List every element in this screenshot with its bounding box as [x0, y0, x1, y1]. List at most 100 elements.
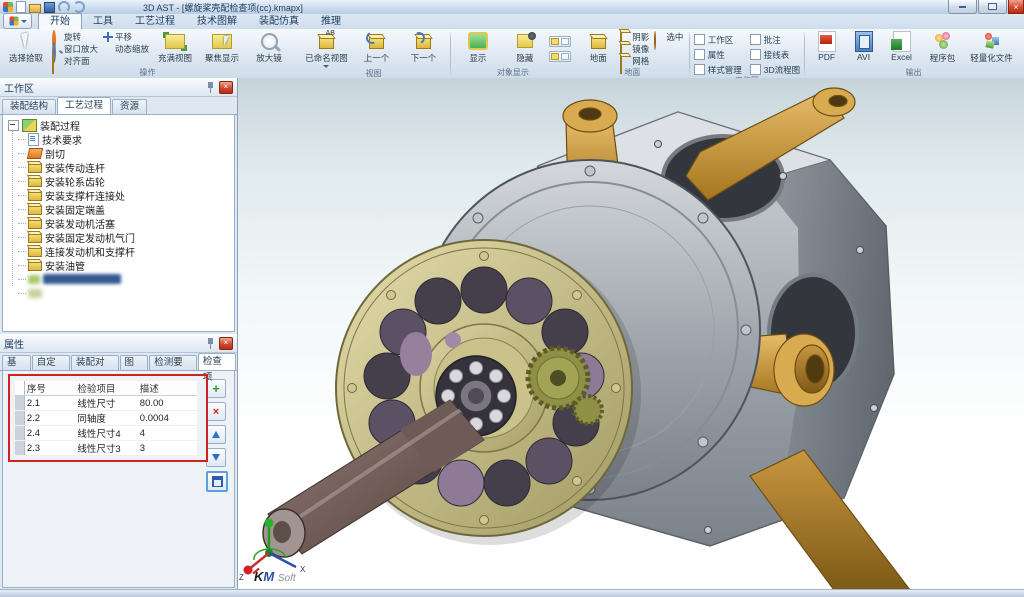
align-face-button[interactable]: 对齐面 — [50, 55, 100, 66]
named-views-button[interactable]: AB 已命名视图 — [300, 30, 352, 69]
table-row[interactable]: 2.3线性尺寸33 — [15, 441, 197, 456]
application-menu-button[interactable] — [3, 13, 32, 29]
check-items-table: 序号 检验项目 描述 2.1线性尺寸80.00 2.2同轴度0.0004 — [15, 381, 197, 456]
checkbox-style-manager[interactable]: 样式管理 — [694, 63, 742, 76]
tab-start[interactable]: 开始 — [38, 13, 82, 29]
tree-item[interactable]: 安装固定发动机气门 — [8, 230, 234, 244]
pan-button[interactable]: 平移 — [101, 31, 151, 42]
tab-process-tree[interactable]: 工艺过程 — [57, 97, 111, 114]
tab-image[interactable]: 图片 — [120, 355, 149, 370]
display-toggle-bottom[interactable] — [549, 51, 571, 62]
rotate-button[interactable]: 旋转 — [50, 31, 100, 42]
tree-item[interactable]: 安装固定端盖 — [8, 202, 234, 216]
tree-item[interactable]: 安装传动连杆 — [8, 160, 234, 174]
checkbox-workspace[interactable]: 工作区 — [694, 33, 742, 46]
quick-access-toolbar — [0, 1, 85, 13]
tab-check-items[interactable]: 检查项 — [198, 353, 236, 370]
minimize-button[interactable] — [948, 0, 977, 14]
excel-export-button[interactable]: Excel — [883, 30, 921, 63]
save-table-button[interactable] — [206, 471, 228, 492]
tree-item[interactable]: 安装支撑杆连接处 — [8, 188, 234, 202]
redo-icon[interactable] — [73, 1, 85, 13]
fit-view-button[interactable]: 充满视图 — [152, 30, 198, 65]
focus-display-button[interactable]: 聚焦显示 — [199, 30, 245, 65]
title-bar: 3D AST - [螺旋桨壳配检查项(cc).kmapx] × — [0, 0, 1024, 15]
3d-model-canvas: X Z — [238, 78, 1024, 590]
tab-process[interactable]: 工艺过程 — [124, 14, 186, 29]
lightweight-file-button[interactable]: 轻量化文件 — [965, 30, 1019, 65]
save-file-icon[interactable] — [44, 2, 55, 13]
package-export-button[interactable]: 程序包 — [922, 30, 964, 65]
tab-inspection-req[interactable]: 检测要求 — [149, 355, 197, 370]
cursor-icon — [21, 32, 32, 49]
window-zoom-button[interactable]: 窗口放大 — [50, 43, 100, 54]
pin-icon[interactable] — [207, 338, 214, 349]
open-file-icon[interactable] — [29, 4, 41, 13]
tree-root[interactable]: 装配过程 — [8, 118, 234, 132]
process-tree-area[interactable]: 装配过程 技术要求 剖切 安装传动连杆 安装轮系齿轮 安装支撑杆连接处 安装固定… — [2, 114, 235, 332]
step-box-icon — [28, 177, 42, 187]
align-face-icon — [52, 55, 54, 74]
tab-tools[interactable]: 工具 — [82, 14, 124, 29]
assembly-process-icon — [22, 119, 37, 132]
dynamic-zoom-button[interactable]: 动态缩放 — [101, 43, 151, 54]
tab-assembly-object[interactable]: 装配对象 — [71, 355, 119, 370]
next-view-button[interactable]: 下一个 — [400, 30, 446, 65]
pin-icon[interactable] — [207, 82, 214, 93]
move-down-button[interactable] — [206, 448, 226, 467]
fit-view-icon — [165, 34, 185, 49]
select-pick-button[interactable]: 选择拾取 — [3, 30, 49, 65]
avi-export-button[interactable]: AVI — [846, 30, 882, 63]
magnifier-button[interactable]: 放大镜 — [246, 30, 292, 65]
tree-item[interactable]: 安装轮系齿轮 — [8, 174, 234, 188]
properties-panel-close-button[interactable]: × — [219, 337, 233, 350]
undo-icon[interactable] — [58, 1, 70, 13]
group-label-output: 输出 — [809, 68, 1019, 78]
checkbox-wiring-table[interactable]: 接线表 — [750, 48, 800, 61]
ribbon-group-operate: 选择拾取 旋转 窗口放大 对齐面 平移 动态缩放 充满视图 聚焦显示 放大镜 — [0, 29, 295, 78]
step-box-icon — [28, 261, 42, 271]
pdf-export-button[interactable]: PDF — [809, 30, 845, 63]
tree-item[interactable]: 连接发动机和支撑杆 — [8, 244, 234, 258]
group-label-ground: 地面 — [579, 68, 685, 78]
tab-custom[interactable]: 自定义 — [32, 355, 70, 370]
collapse-icon[interactable] — [8, 120, 19, 131]
close-button[interactable]: × — [1008, 0, 1024, 14]
previous-view-button[interactable]: 上一个 — [353, 30, 399, 65]
workspace-panel-close-button[interactable]: × — [219, 81, 233, 94]
tab-resources[interactable]: 资源 — [112, 99, 147, 114]
tab-reasoning[interactable]: 推理 — [310, 14, 352, 29]
table-row[interactable]: 2.4线性尺寸44 — [15, 426, 197, 441]
ribbon-tab-row: 开始 工具 工艺过程 技术图解 装配仿真 推理 — [0, 14, 1024, 29]
step-box-icon — [28, 163, 42, 173]
hide-button[interactable]: 隐藏 — [502, 30, 548, 65]
display-toggle-top[interactable] — [549, 36, 571, 47]
grid-button[interactable]: 网格 — [618, 55, 651, 66]
delete-row-button[interactable]: × — [206, 402, 226, 421]
selected-button[interactable]: 选中 — [652, 31, 685, 42]
tree-item[interactable]: 安装油管 — [8, 258, 234, 272]
table-row[interactable]: 2.2同轴度0.0004 — [15, 411, 197, 426]
new-file-icon[interactable] — [16, 1, 26, 13]
tree-item-blurred[interactable] — [8, 286, 234, 300]
tab-tech-diagram[interactable]: 技术图解 — [186, 14, 248, 29]
3d-viewport[interactable]: X Z KM Soft — [238, 78, 1024, 590]
checkbox-3d-flowchart[interactable]: 3D流程图 — [750, 63, 800, 76]
checkbox-annotation[interactable]: 批注 — [750, 33, 800, 46]
svg-text:Z: Z — [239, 573, 244, 582]
tree-item[interactable]: 技术要求 — [8, 132, 234, 146]
tree-item[interactable]: 安装发动机活塞 — [8, 216, 234, 230]
tab-basic[interactable]: 基本 — [2, 355, 31, 370]
tab-assembly-sim[interactable]: 装配仿真 — [248, 14, 310, 29]
col-header-desc: 描述 — [138, 381, 197, 396]
tree-item-selected-blurred[interactable] — [8, 272, 234, 286]
tree-item[interactable]: 剖切 — [8, 146, 234, 160]
checkbox-properties[interactable]: 属性 — [694, 48, 742, 61]
ground-button[interactable]: 地面 — [579, 30, 617, 65]
tab-assembly-structure[interactable]: 装配结构 — [2, 99, 56, 114]
maximize-button[interactable] — [978, 0, 1007, 14]
show-button[interactable]: 显示 — [455, 30, 501, 65]
hide-icon — [517, 34, 533, 48]
move-up-button[interactable] — [206, 425, 226, 444]
table-row[interactable]: 2.1线性尺寸80.00 — [15, 396, 197, 411]
